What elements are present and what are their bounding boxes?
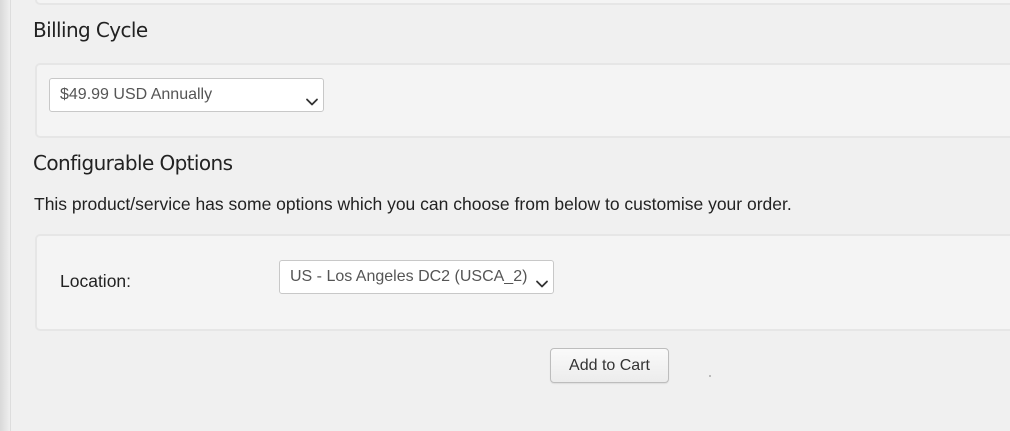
location-select[interactable]: US - Los Angeles DC2 (USCA_2) <box>279 260 554 294</box>
billing-cycle-panel: $49.99 USD Annually <box>35 63 1010 138</box>
previous-section-panel <box>35 0 1010 5</box>
add-to-cart-button[interactable]: Add to Cart <box>550 348 669 383</box>
location-label: Location: <box>60 271 132 291</box>
left-page-border <box>0 0 11 431</box>
configurable-options-heading: Configurable Options <box>33 151 233 175</box>
billing-cycle-select[interactable]: $49.99 USD Annually <box>49 78 324 112</box>
configurable-options-description: This product/service has some options wh… <box>34 194 792 214</box>
loading-indicator-dot <box>709 375 711 377</box>
chevron-down-icon <box>535 271 549 288</box>
location-selected-value: US - Los Angeles DC2 (USCA_2) <box>290 268 528 285</box>
billing-cycle-selected-value: $49.99 USD Annually <box>60 86 213 103</box>
chevron-down-icon <box>305 89 319 106</box>
billing-cycle-heading: Billing Cycle <box>33 18 148 42</box>
